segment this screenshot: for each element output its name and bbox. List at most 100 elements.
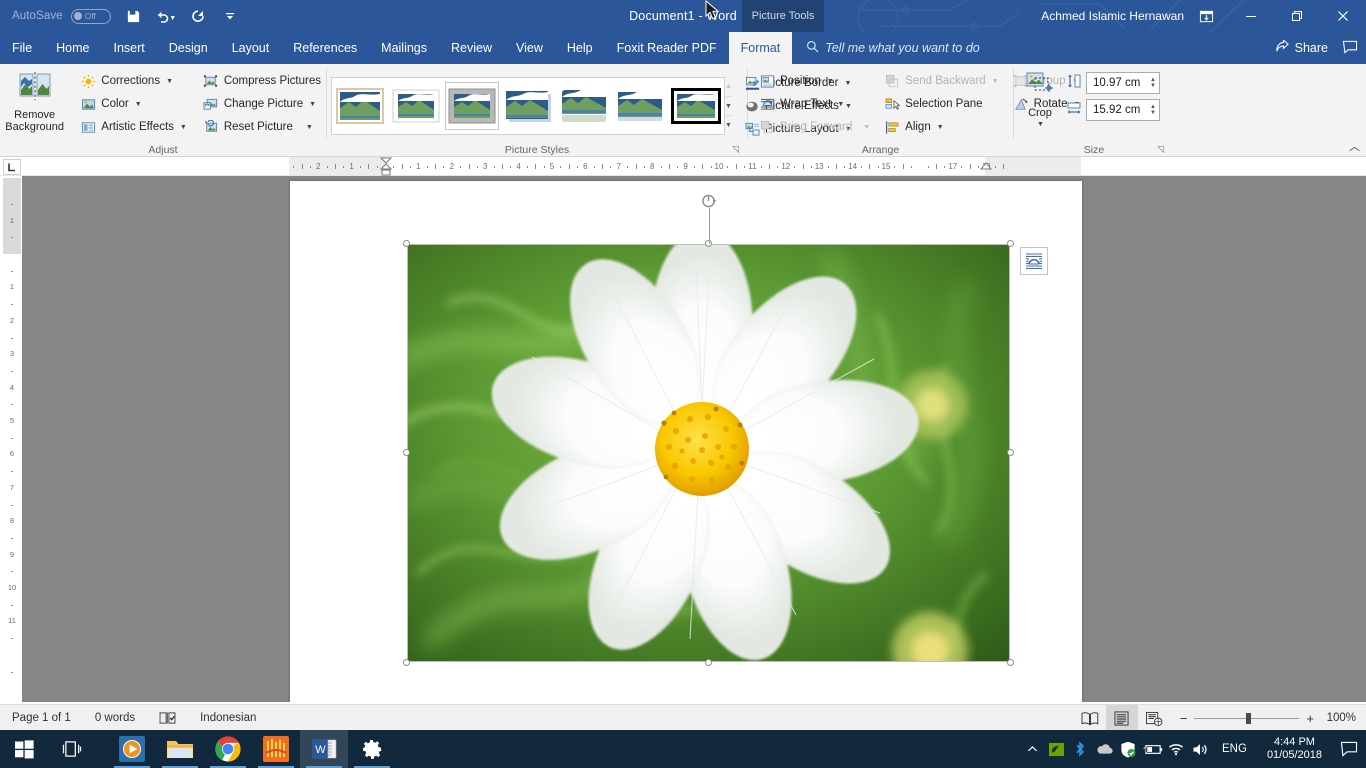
google-chrome-taskbar-icon[interactable] <box>204 730 252 768</box>
picture-style-beveled-matte-white[interactable] <box>390 83 442 129</box>
scroll-down-icon[interactable]: ▼ <box>725 97 732 117</box>
tab-format[interactable]: Format <box>728 32 793 64</box>
vertical-ruler[interactable]: 1 1 2 3 4 5 6 7 8 9 10 11 <box>3 178 21 702</box>
ribbon-tab-bar[interactable]: File Home Insert Design Layout Reference… <box>0 32 1366 64</box>
onedrive-tray-icon[interactable] <box>1092 730 1116 768</box>
resize-handle-middle-left[interactable] <box>403 449 410 456</box>
collapse-ribbon-icon[interactable]: ︿ <box>1349 138 1360 154</box>
chevron-down-icon[interactable]: ▼ <box>135 101 142 108</box>
read-mode-view-button[interactable] <box>1074 705 1106 731</box>
system-tray[interactable]: ENG 4:44 PM 01/05/2018 <box>1020 730 1366 768</box>
tell-me-search[interactable]: Tell me what you want to do <box>792 32 980 64</box>
show-hidden-icons-chevron[interactable] <box>1020 730 1044 768</box>
share-area[interactable]: Share <box>1275 32 1358 64</box>
tab-layout[interactable]: Layout <box>220 32 282 64</box>
web-layout-view-button[interactable] <box>1138 705 1170 731</box>
customize-quick-access-toolbar-icon[interactable] <box>217 3 243 29</box>
chevron-down-icon[interactable]: ▼ <box>306 124 313 131</box>
shape-width-input[interactable]: 15.92 cm ▲ ▼ <box>1086 99 1160 121</box>
reset-picture-button[interactable]: Reset Picture ▼ <box>198 116 326 138</box>
horizontal-ruler[interactable]: 211234567891011121314151718 <box>0 157 1366 176</box>
undo-dropdown-caret[interactable]: ▼ <box>169 15 176 22</box>
clock[interactable]: 4:44 PM 01/05/2018 <box>1257 736 1332 762</box>
gallery-scroll-buttons[interactable]: ▲ ▼ ▼ <box>724 77 732 135</box>
corrections-button[interactable]: Corrections ▼ <box>75 70 192 92</box>
rotate-handle-icon[interactable] <box>700 193 717 210</box>
restore-icon[interactable] <box>1274 0 1320 32</box>
scroll-up-icon[interactable]: ▲ <box>725 77 732 97</box>
selected-picture-container[interactable] <box>403 194 1048 666</box>
quick-access-toolbar[interactable]: AutoSave Off ▼ <box>0 3 243 29</box>
picture-style-reflected-rounded-rectangle[interactable] <box>558 83 610 129</box>
input-language-indicator[interactable]: ENG <box>1212 743 1257 755</box>
chevron-down-icon[interactable]: ▼ <box>166 78 173 85</box>
proofing-errors-icon[interactable] <box>147 705 188 731</box>
zoom-out-icon[interactable]: − <box>1180 711 1188 726</box>
battery-tray-icon[interactable] <box>1140 730 1164 768</box>
tab-view[interactable]: View <box>504 32 555 64</box>
change-picture-button[interactable]: Change Picture ▼ <box>198 93 326 115</box>
zoom-track[interactable] <box>1194 712 1300 724</box>
layout-options-icon[interactable] <box>1020 247 1048 275</box>
tab-selector-left-icon[interactable] <box>3 159 21 175</box>
resize-handle-middle-right[interactable] <box>1007 449 1014 456</box>
close-icon[interactable] <box>1320 0 1366 32</box>
resize-handle-bottom-right[interactable] <box>1007 659 1014 666</box>
tab-help[interactable]: Help <box>555 32 605 64</box>
tab-home[interactable]: Home <box>44 32 101 64</box>
comments-icon[interactable] <box>1342 40 1358 57</box>
windows-security-tray-icon[interactable] <box>1116 730 1140 768</box>
compress-pictures-button[interactable]: Compress Pictures <box>198 70 326 92</box>
taskbar[interactable]: W ENG 4:44 PM 01/05/2018 <box>0 730 1366 768</box>
bluetooth-tray-icon[interactable] <box>1068 730 1092 768</box>
color-button[interactable]: Color ▼ <box>75 93 192 115</box>
indent-markers[interactable] <box>378 157 394 176</box>
resize-handle-top-right[interactable] <box>1007 240 1014 247</box>
tab-design[interactable]: Design <box>157 32 220 64</box>
picture-styles-gallery[interactable]: ▲ ▼ ▼ <box>331 77 732 135</box>
white-cosmos-flower-photo[interactable] <box>407 244 1010 662</box>
wifi-tray-icon[interactable] <box>1164 730 1188 768</box>
more-styles-icon[interactable]: ▼ <box>725 116 732 135</box>
action-center-icon[interactable] <box>1332 730 1366 768</box>
zoom-in-icon[interactable]: + <box>1306 711 1314 726</box>
window-controls[interactable] <box>1184 0 1366 32</box>
undo-icon[interactable]: ▼ <box>153 3 179 29</box>
wrap-text-button[interactable]: Wrap Text ▼ <box>754 93 875 115</box>
chevron-down-icon[interactable]: ▼ <box>837 101 844 108</box>
chevron-down-icon[interactable]: ▼ <box>1037 119 1044 131</box>
print-layout-view-button[interactable] <box>1105 705 1138 731</box>
status-bar[interactable]: Page 1 of 1 0 words Indonesian − + 100% <box>0 704 1366 731</box>
tab-mailings[interactable]: Mailings <box>369 32 439 64</box>
zoom-level[interactable]: 100% <box>1324 712 1366 724</box>
picture-style-simple-frame-white[interactable] <box>334 83 386 129</box>
dialog-box-launcher[interactable]: ◹ <box>732 144 739 155</box>
windows-start-icon[interactable] <box>0 730 48 768</box>
right-indent-marker[interactable] <box>978 157 994 176</box>
nvidia-tray-icon[interactable] <box>1044 730 1068 768</box>
position-button[interactable]: Position ▼ <box>754 70 875 92</box>
crop-button[interactable]: Crop ▼ <box>1016 68 1064 131</box>
tab-insert[interactable]: Insert <box>102 32 157 64</box>
save-icon[interactable] <box>121 3 147 29</box>
tab-foxit-reader-pdf[interactable]: Foxit Reader PDF <box>605 32 729 64</box>
picture-style-drop-shadow-rectangle[interactable] <box>502 83 554 129</box>
picture-style-thick-black-frame[interactable] <box>670 83 722 129</box>
ribbon-display-options-icon[interactable] <box>1184 0 1228 32</box>
chevron-down-icon[interactable]: ▼ <box>309 101 316 108</box>
redo-icon[interactable] <box>185 3 211 29</box>
shape-height-row[interactable]: 10.97 cm ▲ ▼ <box>1066 71 1160 95</box>
settings-taskbar-icon[interactable] <box>348 730 396 768</box>
chevron-down-icon[interactable]: ▼ <box>937 124 944 131</box>
music-app-taskbar-icon[interactable] <box>252 730 300 768</box>
media-player-taskbar-icon[interactable] <box>108 730 156 768</box>
resize-handle-top-left[interactable] <box>403 240 410 247</box>
language-status[interactable]: Indonesian <box>188 705 268 731</box>
tab-review[interactable]: Review <box>439 32 504 64</box>
selection-pane-button[interactable]: Selection Pane <box>879 93 1003 115</box>
page-number-status[interactable]: Page 1 of 1 <box>0 705 83 731</box>
picture-style-soft-edge-rectangle[interactable] <box>614 83 666 129</box>
status-bar-right[interactable]: − + 100% <box>1074 705 1366 731</box>
align-button[interactable]: Align ▼ <box>879 116 1003 138</box>
volume-tray-icon[interactable] <box>1188 730 1212 768</box>
